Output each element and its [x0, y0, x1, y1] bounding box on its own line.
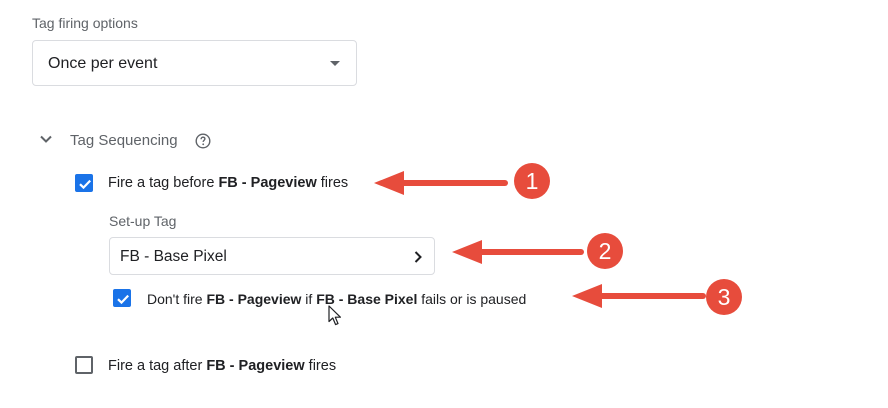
fire-after-label: Fire a tag after FB - Pageview fires	[108, 358, 336, 374]
dont-fire-tag: FB - Pageview	[206, 291, 302, 307]
dont-fire-text: Don't fire	[147, 291, 203, 307]
firing-options-label: Tag firing options	[32, 15, 138, 31]
dont-fire-condition: fails or is paused	[421, 291, 527, 307]
check-icon	[117, 294, 129, 305]
fire-before-label: Fire a tag before FB - Pageview fires	[108, 175, 348, 191]
dont-fire-if: if	[305, 291, 313, 307]
mouse-cursor-icon	[328, 305, 341, 326]
fire-after-tag: FB - Pageview	[206, 358, 305, 374]
fire-after-suffix: fires	[308, 358, 337, 374]
fire-before-checkbox[interactable]	[75, 174, 93, 192]
arrow-left-icon	[452, 240, 584, 264]
fire-after-prefix: Fire a tag after	[108, 358, 203, 374]
setup-tag-selector[interactable]: FB - Base Pixel	[109, 237, 435, 275]
annotation-badge-3: 3	[706, 279, 742, 315]
chevron-right-icon	[414, 251, 422, 263]
fire-after-checkbox[interactable]	[75, 356, 93, 374]
setup-tag-label: Set-up Tag	[109, 213, 177, 229]
dropdown-caret-icon	[330, 61, 340, 66]
dont-fire-checkbox[interactable]	[113, 289, 131, 307]
arrow-left-icon	[374, 171, 508, 195]
annotation-badge-2: 2	[587, 233, 623, 269]
fire-before-prefix: Fire a tag before	[108, 175, 215, 191]
firing-options-select[interactable]: Once per event	[32, 40, 357, 86]
arrow-left-icon	[572, 284, 706, 308]
chevron-down-icon[interactable]	[38, 131, 54, 147]
setup-tag-value: FB - Base Pixel	[120, 248, 227, 265]
annotation-badge-1: 1	[514, 163, 550, 199]
tag-sequencing-title[interactable]: Tag Sequencing	[70, 132, 178, 149]
help-circle-icon[interactable]	[195, 133, 211, 149]
fire-before-suffix: fires	[320, 175, 349, 191]
fire-before-tag: FB - Pageview	[218, 175, 317, 191]
firing-options-value: Once per event	[48, 55, 158, 72]
check-icon	[79, 179, 91, 190]
